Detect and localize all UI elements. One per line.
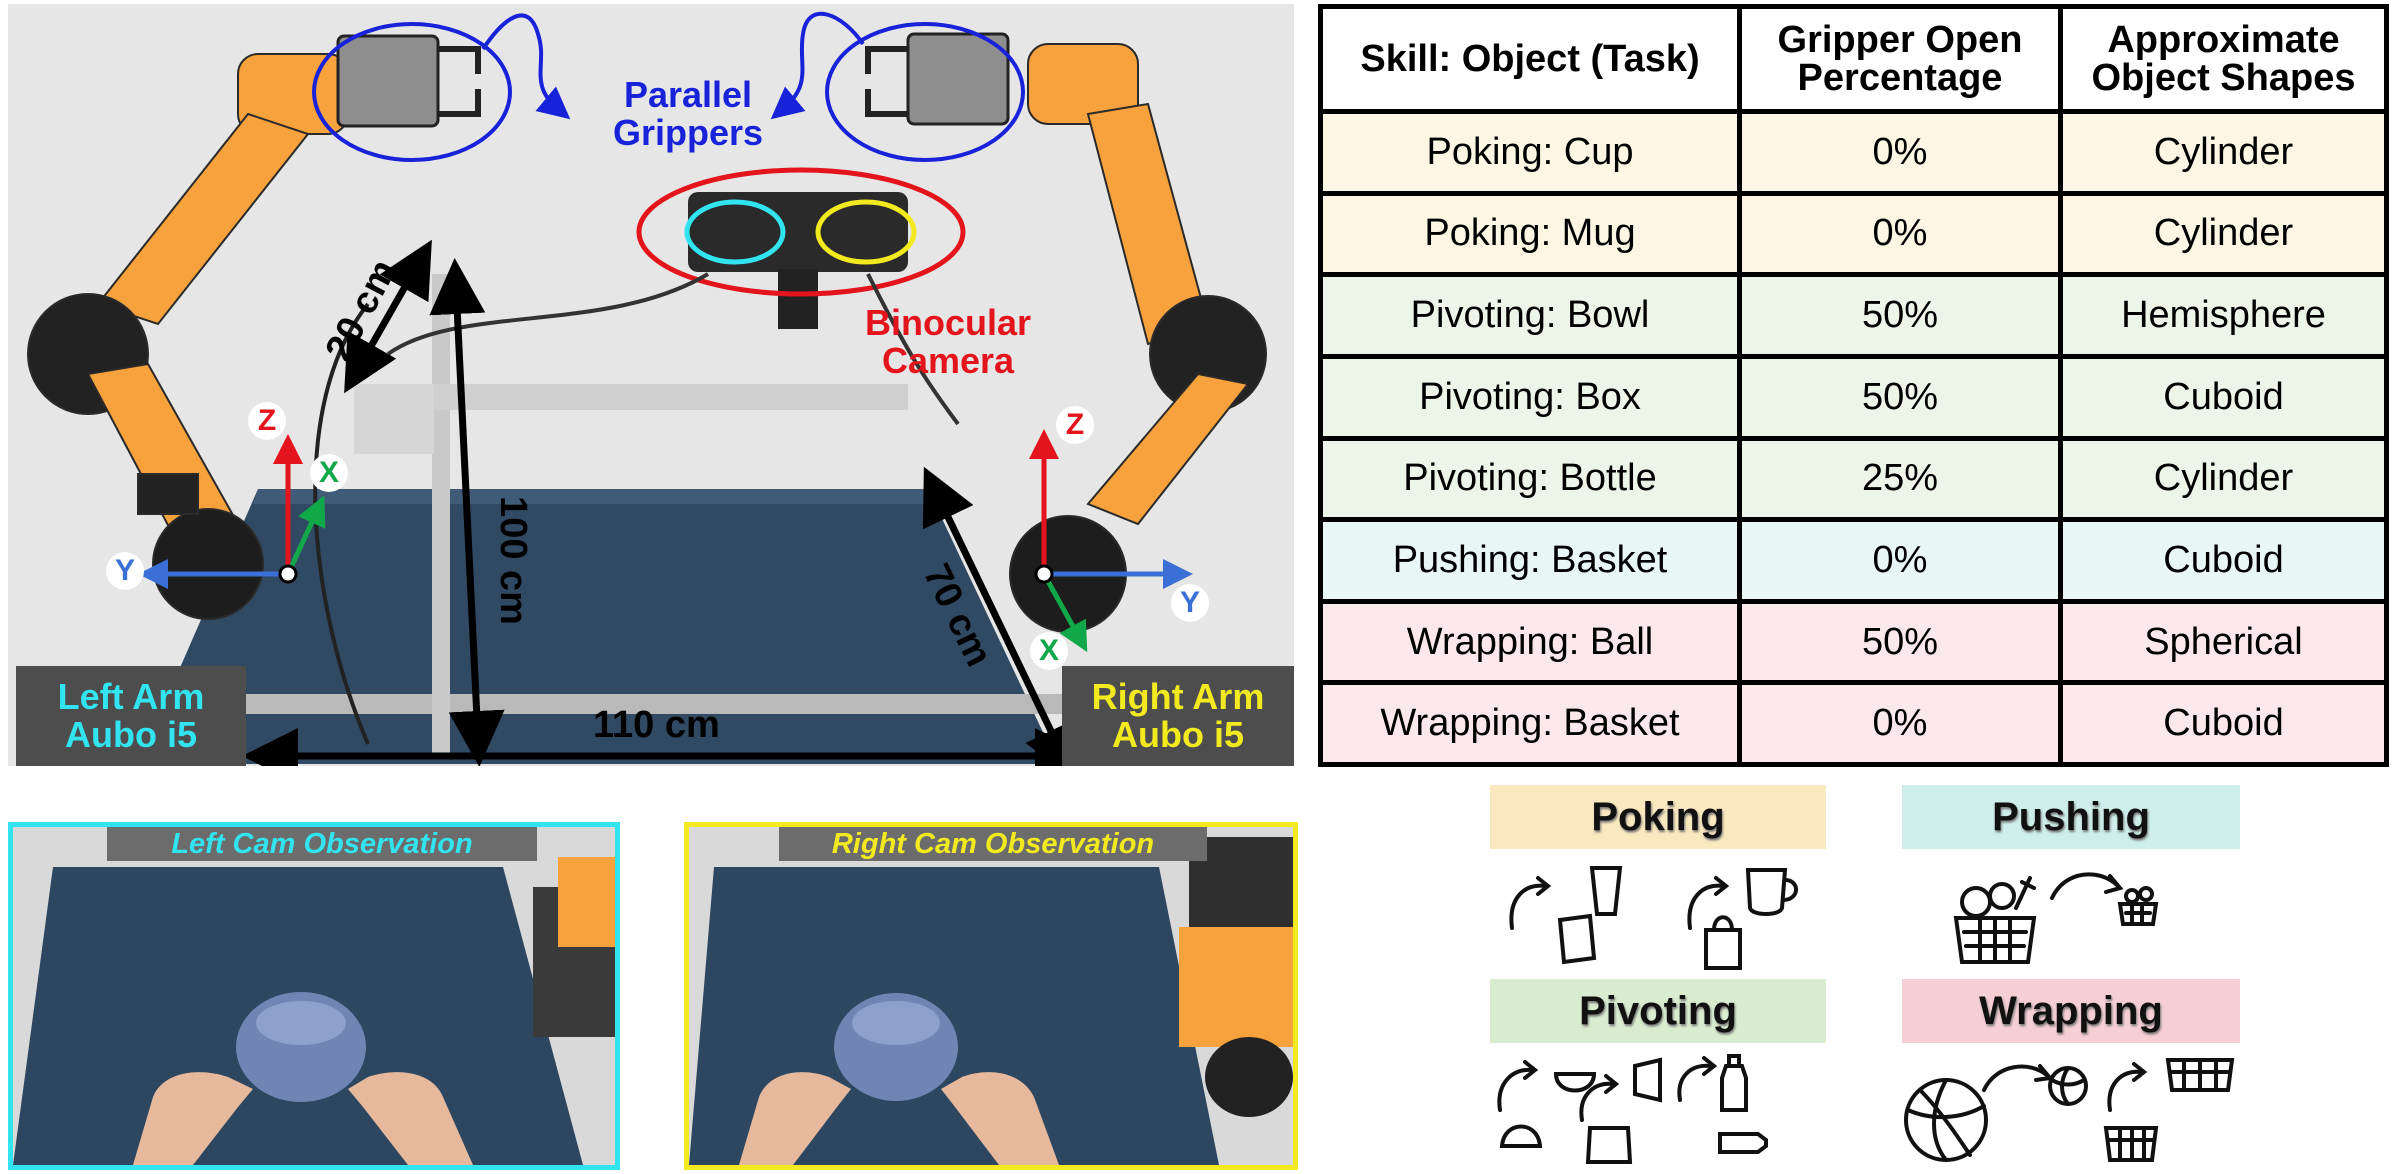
skill-parameter-table: Skill: Object (Task) Gripper Open Percen…: [1318, 4, 2389, 767]
pivoting-icons: [1497, 1054, 1768, 1164]
right-cam-title: Right Cam Observation: [779, 827, 1207, 861]
cell-task: Pivoting: Bottle: [1318, 435, 1742, 523]
cell-gripper-open: 0%: [1737, 680, 2063, 767]
box-tipped-icon: [1633, 1057, 1662, 1103]
right-gripper: [906, 32, 1010, 126]
push-arrow-icon: [2050, 872, 2120, 900]
bowl-upright-icon: [1499, 1124, 1543, 1148]
cell-shape: Cuboid: [2058, 680, 2389, 767]
table-row: Poking: Cup 0% Cylinder: [1318, 109, 2389, 196]
bottle-tipped-icon: [1718, 1132, 1768, 1154]
cell-shape: Spherical: [2058, 598, 2389, 686]
cell-gripper-open: 50%: [1737, 353, 2063, 441]
header-shape: Approximate Object Shapes: [2058, 4, 2389, 114]
right-cam-scene: [689, 827, 1293, 1165]
cell-task: Wrapping: Ball: [1318, 598, 1742, 686]
dim-100-label: 100 cm: [491, 496, 534, 625]
left-cam-scene: [13, 827, 615, 1165]
left-axis-y: Y: [106, 552, 144, 590]
left-gripper: [336, 34, 440, 128]
box-icon: [1585, 1126, 1633, 1164]
cell-task: Poking: Mug: [1318, 190, 1742, 278]
skill-pushing-label: Pushing: [1902, 785, 2240, 849]
cup-tipped-icon: [1557, 913, 1597, 965]
table-row: Pivoting: Bowl 50% Hemisphere: [1318, 272, 2389, 359]
right-axis-z: Z: [1056, 406, 1094, 444]
cell-shape: Cylinder: [2058, 109, 2389, 196]
cell-gripper-open: 50%: [1737, 272, 2063, 359]
right-axis-y: Y: [1171, 584, 1209, 622]
header-task: Skill: Object (Task): [1318, 4, 1742, 114]
cell-gripper-open: 0%: [1737, 190, 2063, 278]
skill-wrapping-label: Wrapping: [1902, 979, 2240, 1043]
binocular-camera-label: Binocular Camera: [864, 302, 1032, 381]
wrapping-icons: [1904, 1058, 2235, 1162]
cell-shape: Cylinder: [2058, 190, 2389, 278]
cell-gripper-open: 25%: [1737, 435, 2063, 523]
cell-task: Wrapping: Basket: [1318, 680, 1742, 767]
bowl-icon: [1553, 1072, 1597, 1093]
cell-shape: Cylinder: [2058, 435, 2389, 523]
cell-gripper-open: 50%: [1737, 598, 2063, 686]
cell-gripper-open: 0%: [1737, 517, 2063, 604]
right-cam-observation: Right Cam Observation: [684, 822, 1298, 1170]
cell-gripper-open: 0%: [1737, 109, 2063, 196]
mug-icon: [1745, 868, 1788, 916]
left-arm-label: Left Arm Aubo i5: [16, 666, 246, 766]
cell-task: Pivoting: Bowl: [1318, 272, 1742, 359]
camera-mast: [432, 274, 450, 754]
cell-shape: Hemisphere: [2058, 272, 2389, 359]
table-row: Wrapping: Ball 50% Spherical: [1318, 598, 2389, 686]
left-axis-z: Z: [248, 402, 286, 440]
table-header-row: Skill: Object (Task) Gripper Open Percen…: [1318, 4, 2389, 114]
table-row: Poking: Mug 0% Cylinder: [1318, 190, 2389, 278]
left-axis-x: X: [310, 454, 348, 492]
table-row: Pivoting: Box 50% Cuboid: [1318, 353, 2389, 441]
bottle-icon: [1720, 1064, 1748, 1112]
skill-pivoting-label: Pivoting: [1490, 979, 1826, 1043]
cell-task: Pivoting: Box: [1318, 353, 1742, 441]
table-row: Pushing: Basket 0% Cuboid: [1318, 517, 2389, 604]
cell-shape: Cuboid: [2058, 353, 2389, 441]
mug-tipped-icon: [1704, 928, 1742, 970]
header-gripper-open: Gripper Open Percentage: [1737, 4, 2063, 114]
right-arm-label: Right Arm Aubo i5: [1062, 666, 1294, 766]
cell-task: Poking: Cup: [1318, 109, 1742, 196]
right-arm: [1009, 43, 1267, 633]
left-cam-observation: Left Cam Observation: [8, 822, 620, 1170]
pushing-icons: [1953, 872, 2159, 964]
cup-icon: [1589, 866, 1623, 916]
cell-shape: Cuboid: [2058, 517, 2389, 604]
table-body: Poking: Cup 0% Cylinder Poking: Mug 0% Cylind…: [1318, 109, 2389, 767]
table-row: Pivoting: Bottle 25% Cylinder: [1318, 435, 2389, 523]
poking-icons: [1509, 866, 1798, 970]
robot-setup-photo: Parallel Grippers Binocular Camera 20 cm…: [8, 4, 1294, 766]
cell-task: Pushing: Basket: [1318, 517, 1742, 604]
left-cam-title: Left Cam Observation: [107, 827, 537, 861]
dim-110-label: 110 cm: [593, 704, 720, 746]
right-axis-x: X: [1030, 632, 1068, 670]
parallel-grippers-label: Parallel Grippers: [612, 74, 764, 153]
table-row: Wrapping: Basket 0% Cuboid: [1318, 680, 2389, 767]
skill-poking-label: Poking: [1490, 785, 1826, 849]
